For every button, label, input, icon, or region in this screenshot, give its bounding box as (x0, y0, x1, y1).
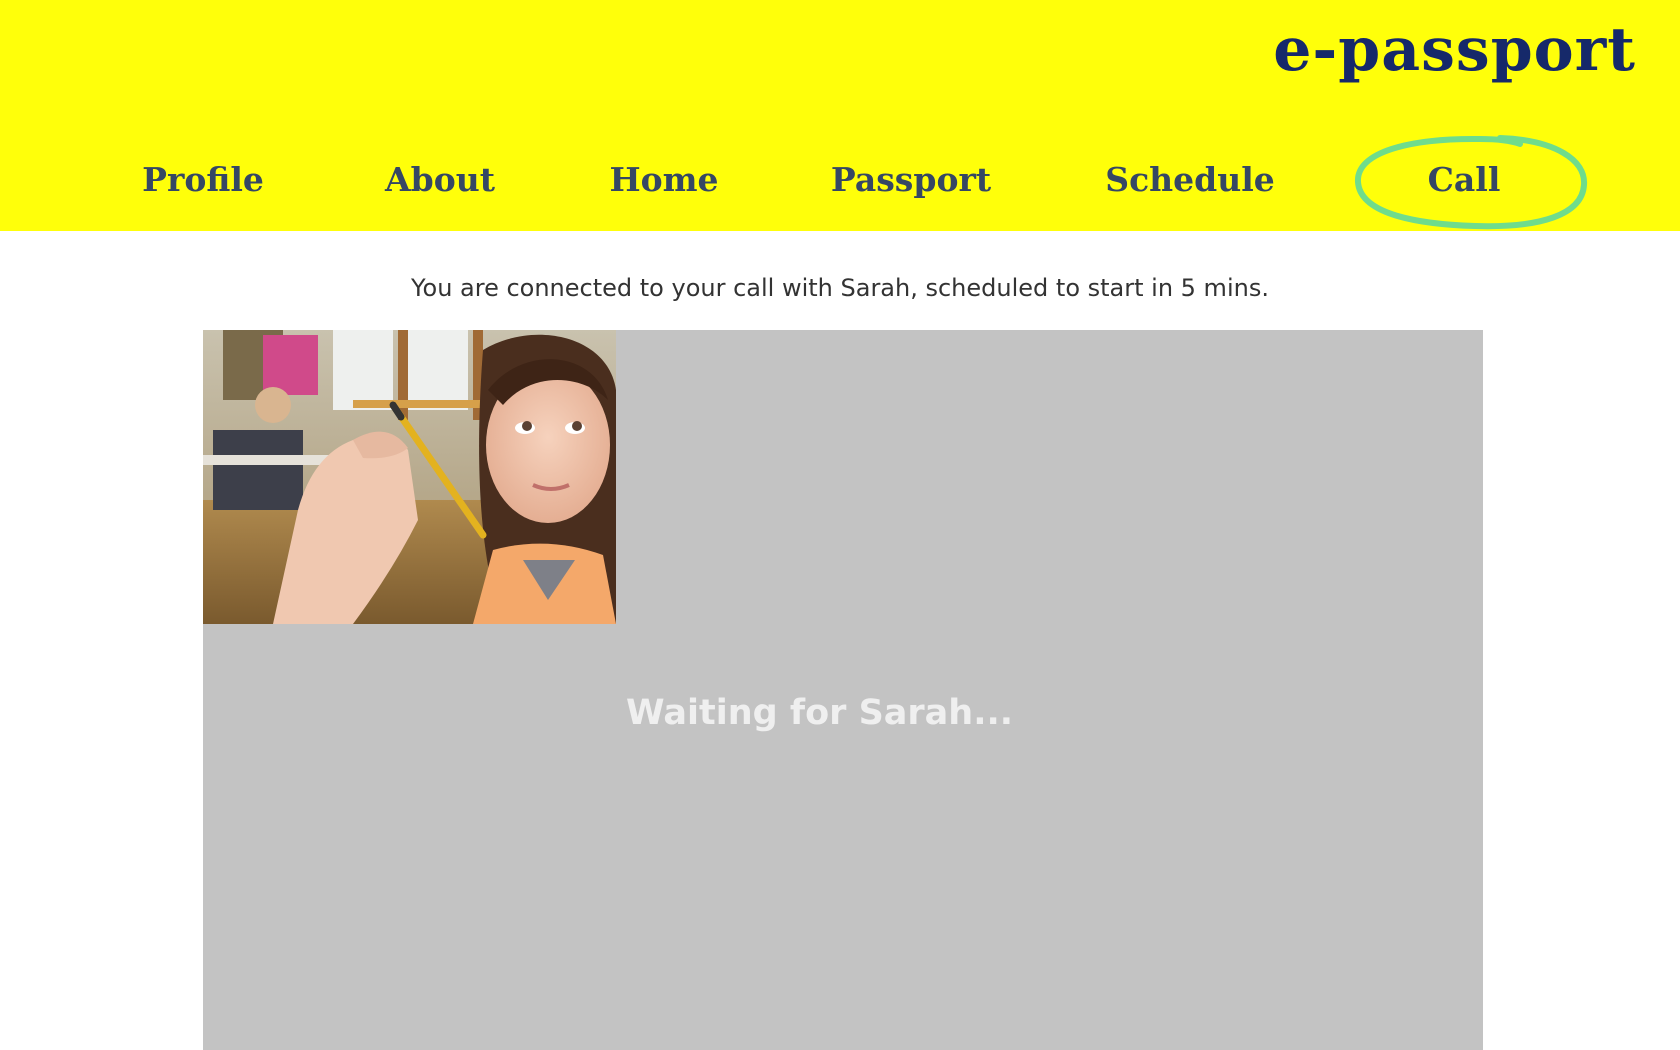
self-video-preview (203, 330, 616, 624)
nav-passport[interactable]: Passport (831, 155, 991, 205)
self-video-image (203, 330, 616, 624)
header: e-passport Profile About Home Passport S… (0, 0, 1680, 231)
remote-video-area: Waiting for Sarah... (203, 330, 1483, 1050)
waiting-message: Waiting for Sarah... (626, 693, 1014, 733)
nav-home[interactable]: Home (609, 155, 718, 205)
app-logo[interactable]: e-passport (1273, 10, 1636, 90)
nav-profile[interactable]: Profile (142, 155, 264, 205)
call-status-message: You are connected to your call with Sara… (411, 274, 1269, 302)
nav-about[interactable]: About (385, 155, 495, 205)
nav-call[interactable]: Call (1428, 155, 1501, 205)
nav-schedule[interactable]: Schedule (1105, 155, 1275, 205)
